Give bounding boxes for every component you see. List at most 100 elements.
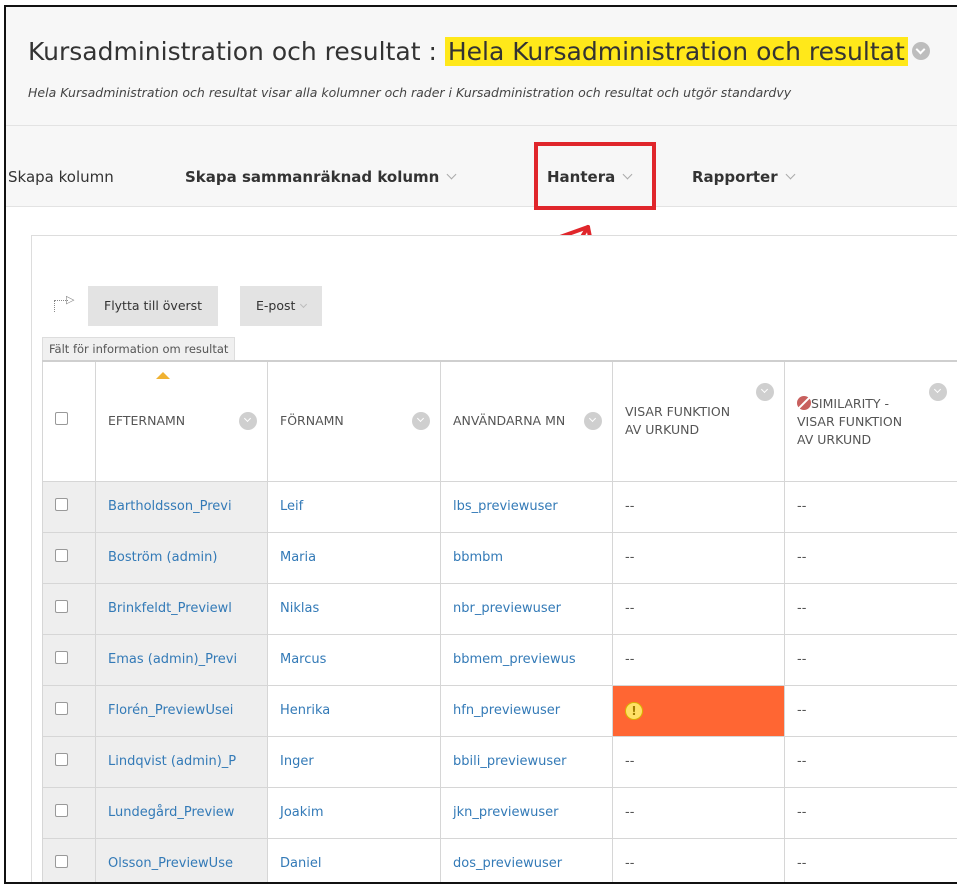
row-select-cell bbox=[42, 786, 96, 839]
row-checkbox[interactable] bbox=[55, 549, 68, 562]
username-link[interactable]: bbmbm bbox=[440, 531, 613, 584]
page-title: Kursadministration och resultat : Hela K… bbox=[28, 37, 930, 66]
column-header-visar[interactable]: VISAR FUNKTION AV URKUND bbox=[612, 360, 785, 482]
lastname-link[interactable]: Lindqvist (admin)_P bbox=[95, 735, 268, 788]
row-select-cell bbox=[42, 735, 96, 788]
grade-center-panel: ▷ Flytta till överst E-post Fält för inf… bbox=[31, 235, 957, 882]
row-checkbox[interactable] bbox=[55, 804, 68, 817]
column-menu-chevron-icon[interactable] bbox=[929, 383, 947, 401]
row-checkbox[interactable] bbox=[55, 651, 68, 664]
create-column-label: Skapa kolumn bbox=[8, 168, 114, 186]
username-link[interactable]: bbmem_previewus bbox=[440, 633, 613, 686]
move-to-top-label: Flytta till överst bbox=[104, 298, 203, 313]
column-header-lastname[interactable]: EFTERNAMN bbox=[95, 360, 268, 482]
page-header: Kursadministration och resultat : Hela K… bbox=[6, 7, 957, 125]
table-row: Lundegård_Preview Joakim jkn_previewuser --… bbox=[42, 786, 957, 839]
needs-grading-icon: ! bbox=[625, 701, 643, 720]
grade-cell-visar[interactable]: -- bbox=[612, 837, 785, 882]
grade-cell-visar[interactable]: -- bbox=[612, 480, 785, 533]
create-calculated-column-label: Skapa sammanräknad kolumn bbox=[185, 168, 440, 186]
column-menu-chevron-icon[interactable] bbox=[584, 412, 602, 431]
grade-cell-similarity[interactable]: -- bbox=[784, 531, 957, 584]
table-row: Olsson_PreviewUse Daniel dos_previewuser --… bbox=[42, 837, 957, 882]
firstname-link[interactable]: Niklas bbox=[267, 582, 441, 635]
table-row: Brinkfeldt_Previewl Niklas nbr_previewuser… bbox=[42, 582, 957, 635]
column-header-firstname[interactable]: FÖRNAMN bbox=[267, 360, 441, 482]
sort-ascending-icon bbox=[156, 372, 170, 379]
grade-cell-visar[interactable]: -- bbox=[612, 531, 785, 584]
lastname-link[interactable]: Bartholdsson_Previ bbox=[95, 480, 268, 533]
column-header-label: FÖRNAMN bbox=[280, 413, 344, 429]
action-bar: ▷ Flytta till överst E-post bbox=[32, 286, 957, 326]
grade-cell-similarity[interactable]: -- bbox=[784, 786, 957, 839]
lastname-link[interactable]: Boström (admin) bbox=[95, 531, 268, 584]
firstname-link[interactable]: Inger bbox=[267, 735, 441, 788]
arrow-right-icon: ▷ bbox=[66, 293, 75, 306]
firstname-link[interactable]: Marcus bbox=[267, 633, 441, 686]
grade-table: EFTERNAMN FÖRNAMN ANVÄNDARNA MN VISAR FU… bbox=[42, 360, 957, 882]
row-select-cell bbox=[42, 582, 96, 635]
column-header-label: VISAR FUNKTION AV URKUND bbox=[625, 404, 731, 438]
table-row: Florén_PreviewUsei Henrika hfn_previewuser… bbox=[42, 684, 957, 737]
email-button[interactable]: E-post bbox=[240, 286, 323, 326]
reports-menu[interactable]: Rapporter bbox=[692, 168, 796, 186]
column-menu-chevron-icon[interactable] bbox=[412, 412, 430, 431]
lastname-link[interactable]: Brinkfeldt_Previewl bbox=[95, 582, 268, 635]
lastname-link[interactable]: Lundegård_Preview bbox=[95, 786, 268, 839]
firstname-link[interactable]: Daniel bbox=[267, 837, 441, 882]
table-row: Boström (admin) Maria bbmbm -- -- bbox=[42, 531, 957, 584]
firstname-link[interactable]: Maria bbox=[267, 531, 441, 584]
view-menu-chevron-icon[interactable] bbox=[911, 42, 930, 60]
username-link[interactable]: bbili_previewuser bbox=[440, 735, 613, 788]
column-header-label: SIMILARITY - VISAR FUNKTION AV URKUND bbox=[797, 395, 903, 447]
row-select-cell bbox=[42, 531, 96, 584]
lastname-link[interactable]: Olsson_PreviewUse bbox=[95, 837, 268, 882]
select-all-header bbox=[42, 360, 96, 482]
row-checkbox[interactable] bbox=[55, 498, 68, 511]
row-select-cell bbox=[42, 480, 96, 533]
username-link[interactable]: jkn_previewuser bbox=[440, 786, 613, 839]
lastname-link[interactable]: Emas (admin)_Previ bbox=[95, 633, 268, 686]
grade-cell-visar[interactable]: -- bbox=[612, 786, 785, 839]
grade-cell-visar[interactable]: -- bbox=[612, 735, 785, 788]
grade-cell-similarity[interactable]: -- bbox=[784, 633, 957, 686]
grade-cell-similarity[interactable]: -- bbox=[784, 684, 957, 737]
row-checkbox[interactable] bbox=[55, 753, 68, 766]
grade-cell-visar[interactable]: ! bbox=[612, 684, 785, 737]
column-menu-chevron-icon[interactable] bbox=[239, 412, 257, 431]
row-checkbox[interactable] bbox=[55, 600, 68, 613]
move-to-top-button[interactable]: Flytta till överst bbox=[88, 286, 219, 326]
username-link[interactable]: nbr_previewuser bbox=[440, 582, 613, 635]
firstname-link[interactable]: Joakim bbox=[267, 786, 441, 839]
column-header-username[interactable]: ANVÄNDARNA MN bbox=[440, 360, 613, 482]
grade-cell-similarity[interactable]: -- bbox=[784, 837, 957, 882]
row-checkbox[interactable] bbox=[55, 702, 68, 715]
grade-cell-visar[interactable]: -- bbox=[612, 633, 785, 686]
column-header-label: ANVÄNDARNA MN bbox=[453, 413, 566, 429]
row-checkbox[interactable] bbox=[55, 855, 68, 868]
username-link[interactable]: lbs_previewuser bbox=[440, 480, 613, 533]
lastname-link[interactable]: Florén_PreviewUsei bbox=[95, 684, 268, 737]
column-header-similarity[interactable]: SIMILARITY - VISAR FUNKTION AV URKUND bbox=[784, 360, 957, 482]
select-all-checkbox[interactable] bbox=[55, 412, 68, 426]
grade-cell-visar[interactable]: -- bbox=[612, 582, 785, 635]
email-label: E-post bbox=[256, 298, 296, 313]
title-highlight: Hela Kursadministration och resultat bbox=[444, 37, 908, 66]
firstname-link[interactable]: Leif bbox=[267, 480, 441, 533]
firstname-link[interactable]: Henrika bbox=[267, 684, 441, 737]
column-header-label: EFTERNAMN bbox=[108, 413, 186, 429]
row-select-cell bbox=[42, 684, 96, 737]
create-calculated-column-menu[interactable]: Skapa sammanräknad kolumn bbox=[185, 168, 457, 186]
row-select-cell bbox=[42, 837, 96, 882]
column-menu-chevron-icon[interactable] bbox=[756, 383, 774, 401]
blocked-icon bbox=[797, 395, 811, 410]
username-link[interactable]: hfn_previewuser bbox=[440, 684, 613, 737]
grade-cell-similarity[interactable]: -- bbox=[784, 480, 957, 533]
chevron-down-icon bbox=[446, 169, 457, 180]
create-column-button[interactable]: Skapa kolumn bbox=[8, 168, 114, 186]
table-row: Lindqvist (admin)_P Inger bbili_previewuse… bbox=[42, 735, 957, 788]
grade-cell-similarity[interactable]: -- bbox=[784, 582, 957, 635]
grade-cell-similarity[interactable]: -- bbox=[784, 735, 957, 788]
username-link[interactable]: dos_previewuser bbox=[440, 837, 613, 882]
row-select-cell bbox=[42, 633, 96, 686]
